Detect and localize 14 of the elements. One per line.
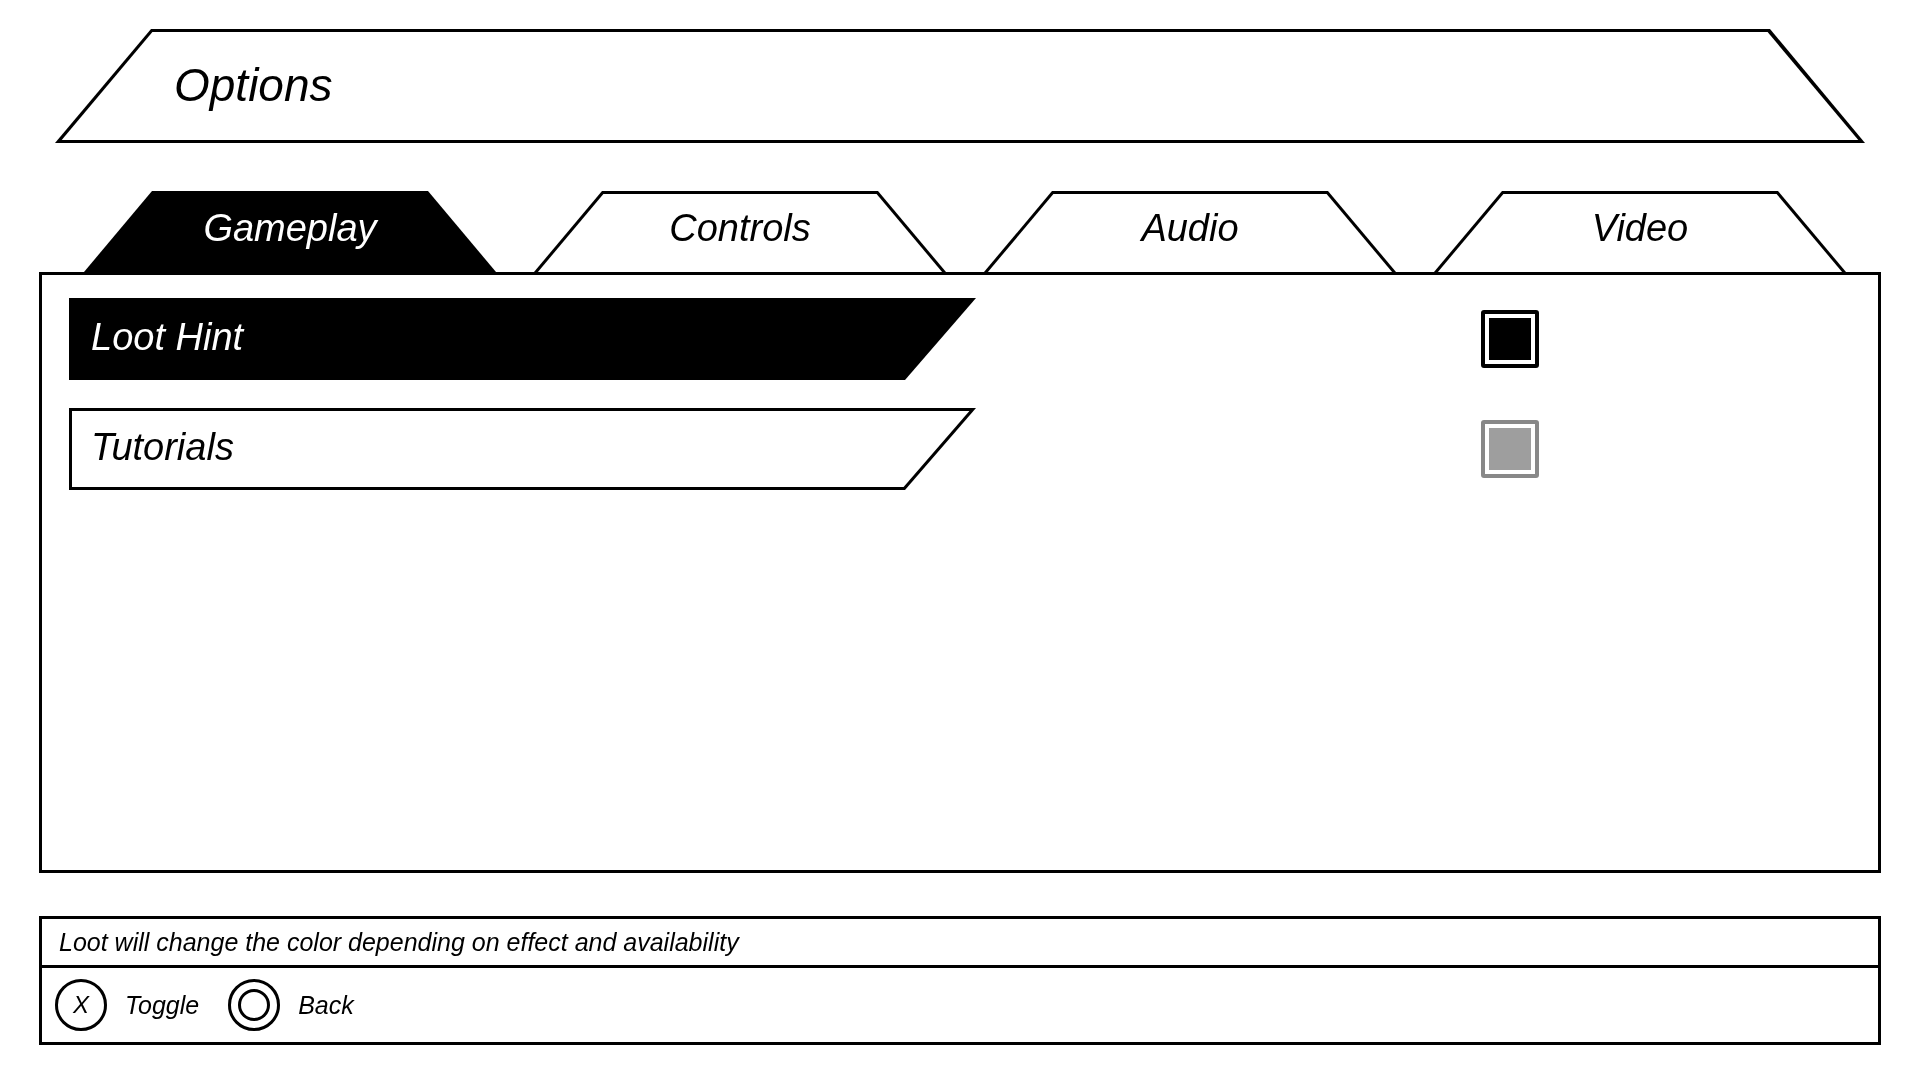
hint-label: Back — [298, 990, 354, 1020]
tab[interactable]: Audio — [984, 191, 1396, 272]
page-title: Options — [174, 58, 333, 114]
hint-label: Toggle — [125, 990, 200, 1020]
setting-row[interactable]: Loot Hint — [69, 298, 976, 380]
description-text: Loot will change the color depending on effect and availability — [59, 927, 739, 957]
checkbox[interactable] — [1481, 310, 1539, 368]
setting-row[interactable]: Tutorials — [69, 408, 976, 490]
tab[interactable]: Controls — [534, 191, 946, 272]
tab[interactable]: Gameplay — [84, 191, 496, 272]
checkbox[interactable] — [1481, 420, 1539, 478]
key-glyph: X — [55, 979, 107, 1031]
double-ring-icon — [228, 979, 281, 1031]
tab[interactable]: Video — [1434, 191, 1846, 272]
